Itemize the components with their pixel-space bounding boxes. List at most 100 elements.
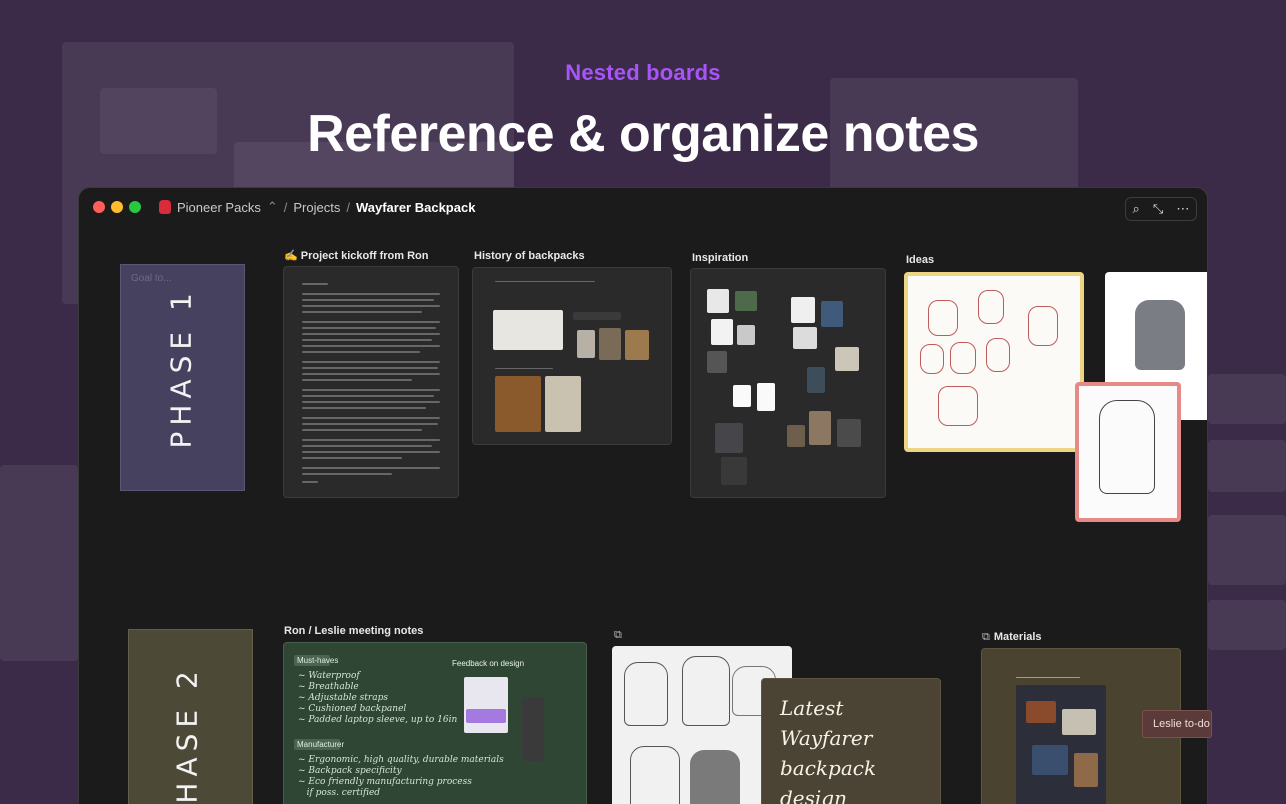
backpack-sketch xyxy=(624,662,668,726)
background-panel xyxy=(1208,374,1286,424)
doc-line xyxy=(302,339,432,341)
doc-line xyxy=(495,368,553,369)
sketch-stroke xyxy=(928,300,958,336)
feedback-heading: Feedback on design xyxy=(452,659,525,668)
phase-1-label: PHASE 1 xyxy=(164,287,198,449)
doc-line xyxy=(302,299,434,301)
inspiration-image xyxy=(711,319,733,345)
doc-line xyxy=(302,481,318,483)
history-chip xyxy=(573,312,621,320)
board-title-meeting[interactable]: Ron / Leslie meeting notes xyxy=(284,625,423,637)
breadcrumb-current[interactable]: Wayfarer Backpack xyxy=(356,200,475,215)
fabric-swatch xyxy=(1074,753,1098,787)
inspiration-image xyxy=(735,291,757,311)
materials-title: Materials xyxy=(993,631,1042,643)
sticky-note[interactable]: Latest Wayfarer backpack design sketches… xyxy=(761,678,941,804)
window-titlebar: Pioneer Packs ⌃ / Projects / Wayfarer Ba… xyxy=(79,188,1207,228)
backpack-photo xyxy=(464,677,508,733)
doc-line xyxy=(302,407,426,409)
backpack-photo xyxy=(577,330,595,358)
doc-line xyxy=(302,467,440,469)
breadcrumb-workspace[interactable]: Pioneer Packs xyxy=(177,200,261,215)
board-title-materials[interactable]: ⧉ Materials xyxy=(982,631,1042,644)
board-title-history[interactable]: History of backpacks xyxy=(474,250,585,262)
sketch-stroke xyxy=(978,290,1004,324)
meeting-chalkboard-card[interactable]: Must-haves ~ Waterproof ~ Breathable ~ Adj… xyxy=(283,642,587,804)
backpack-sketch xyxy=(630,746,680,804)
background-panel xyxy=(1208,600,1286,650)
backpack-render xyxy=(690,750,740,804)
leslie-todo-chip[interactable]: Leslie to-do xyxy=(1142,710,1212,738)
doc-line xyxy=(302,327,436,329)
doc-line xyxy=(302,361,440,363)
phase-1-card[interactable]: Goal to... PHASE 1 xyxy=(120,264,245,491)
vintage-catalog-photo xyxy=(545,376,581,432)
must-haves-heading: Must-haves xyxy=(297,656,339,665)
doc-line xyxy=(302,423,438,425)
breadcrumb-separator: / xyxy=(346,199,350,215)
doc-line xyxy=(302,283,328,285)
breadcrumb-projects[interactable]: Projects xyxy=(293,200,340,215)
chalk-note: ~ Waterproof ~ Breathable ~ Adjustable str… xyxy=(298,671,458,725)
toolbar: ⌕ ⤡ ⋯ xyxy=(1125,197,1197,221)
inspiration-image xyxy=(733,385,751,407)
doc-line xyxy=(302,445,432,447)
sticky-note-text: Latest Wayfarer backpack design sketches… xyxy=(780,696,877,804)
inspiration-image xyxy=(835,347,859,371)
fabric-swatch xyxy=(1026,701,1056,723)
background-panel xyxy=(1208,440,1286,492)
hero-headline: Reference & organize notes xyxy=(307,105,979,163)
inspiration-image xyxy=(707,351,727,373)
inspiration-image xyxy=(715,423,743,453)
doc-line xyxy=(1016,677,1080,678)
backpack-highlight xyxy=(466,709,506,723)
doc-line xyxy=(302,473,392,475)
background-panel xyxy=(0,465,78,661)
search-icon[interactable]: ⌕ xyxy=(1133,201,1140,217)
sketch-stroke xyxy=(920,344,944,374)
inspiration-image xyxy=(787,425,805,447)
close-window-button[interactable] xyxy=(93,201,105,213)
backpack-icon xyxy=(159,200,171,214)
inspiration-image xyxy=(837,419,861,447)
breadcrumb: Pioneer Packs ⌃ / Projects / Wayfarer Ba… xyxy=(159,199,481,215)
doc-line xyxy=(302,451,440,453)
doc-line xyxy=(302,389,440,391)
backpack-sketch xyxy=(682,656,730,726)
breadcrumb-separator: / xyxy=(283,199,288,215)
doc-line xyxy=(302,395,434,397)
inspiration-image xyxy=(737,325,755,345)
backpack-photo xyxy=(599,328,621,360)
history-board-card[interactable] xyxy=(472,267,672,445)
ideas-sketch-card[interactable] xyxy=(904,272,1084,452)
board-title-inspiration[interactable]: Inspiration xyxy=(692,252,748,264)
backpack-sketch xyxy=(1099,400,1155,494)
doc-line xyxy=(302,345,440,347)
backpack-photo xyxy=(625,330,649,360)
manufacturer-heading: Manufacturer xyxy=(297,740,345,749)
inspiration-image xyxy=(793,327,817,349)
chevron-updown-icon[interactable]: ⌃ xyxy=(267,199,278,215)
maximize-window-button[interactable] xyxy=(129,201,141,213)
doc-line xyxy=(302,351,420,353)
doc-line xyxy=(302,373,440,375)
nested-board-icon: ⧉ xyxy=(982,631,990,643)
inspiration-board-card[interactable] xyxy=(690,268,886,498)
doc-line xyxy=(302,429,422,431)
phase-1-caption: Goal to... xyxy=(131,273,172,284)
board-title-kickoff[interactable]: ✍️ Project kickoff from Ron xyxy=(284,249,429,262)
doc-line xyxy=(302,367,438,369)
collapse-icon[interactable]: ⤡ xyxy=(1153,201,1163,217)
pencil-sketch-card[interactable] xyxy=(1075,382,1181,522)
minimize-window-button[interactable] xyxy=(111,201,123,213)
inspiration-image xyxy=(809,411,831,445)
nested-board-icon[interactable]: ⧉ xyxy=(614,629,622,642)
background-panel xyxy=(1208,515,1286,585)
kickoff-doc-card[interactable] xyxy=(283,266,459,498)
more-icon[interactable]: ⋯ xyxy=(1176,201,1189,217)
phase-2-card[interactable]: PHASE 2 xyxy=(128,629,253,804)
inspiration-image xyxy=(791,297,815,323)
inspiration-image xyxy=(807,367,825,393)
board-title-ideas[interactable]: Ideas xyxy=(906,254,934,266)
sketch-stroke xyxy=(1028,306,1058,346)
